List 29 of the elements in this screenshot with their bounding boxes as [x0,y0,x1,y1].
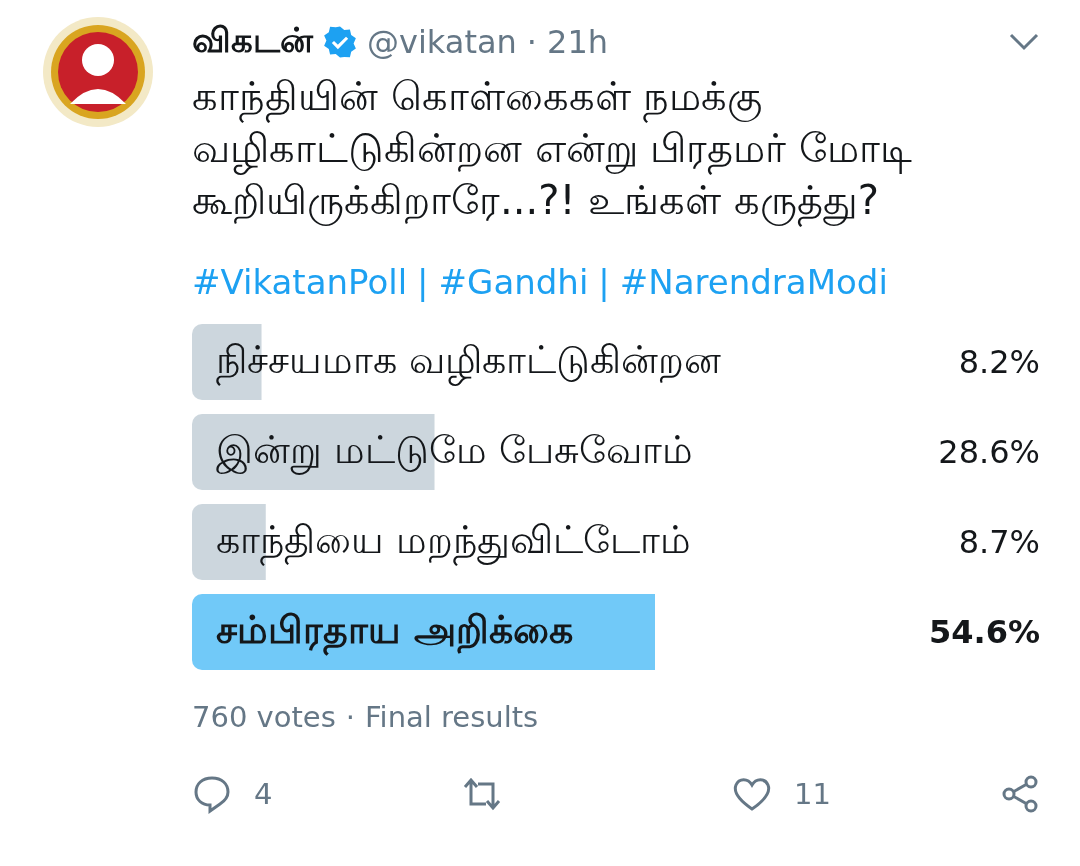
poll-status: Final results [365,700,539,734]
tweet-text-line: காந்தியின் கொள்கைகள் நமக்கு [192,70,1040,122]
reply-icon[interactable] [192,774,232,814]
poll-percent: 8.2% [958,343,1040,381]
tweet-time[interactable]: 21h [547,23,608,61]
poll-option-label: நிச்சயமாக வழிகாட்டுகின்றன [216,337,722,387]
share-icon[interactable] [1000,774,1040,814]
poll-percent: 54.6% [929,613,1040,651]
chevron-down-icon[interactable] [1008,32,1040,52]
time-separator: · [526,23,537,61]
poll-percent: 8.7% [958,523,1040,561]
poll-option-label: இன்று மட்டுமே பேசுவோம் [216,427,694,477]
hashtag-link[interactable]: #Gandhi [438,262,589,302]
avatar[interactable] [42,16,154,128]
author-name[interactable]: விகடன் [192,19,313,65]
poll-option-label: சம்பிரதாய அறிக்கை [216,607,574,657]
tweet-text-line: வழிகாட்டுகின்றன என்று பிரதமர் மோடி [192,122,1040,174]
poll-option-label: காந்தியை மறந்துவிட்டோம் [216,517,692,567]
reply-count: 4 [254,777,273,811]
hashtag-separator: | [598,262,610,302]
tweet-text-line: கூறியிருக்கிறாரே...?! உங்கள் கருத்து? [192,174,1040,226]
meta-separator: · [345,700,355,734]
hashtag-link[interactable]: #NarendraModi [619,262,888,302]
like-count: 11 [794,777,831,811]
hashtag-separator: | [417,262,429,302]
hashtag-link[interactable]: #VikatanPoll [192,262,408,302]
vote-count: 760 votes [192,700,336,734]
poll-percent: 28.6% [938,433,1040,471]
author-handle[interactable]: @vikatan [367,23,517,61]
